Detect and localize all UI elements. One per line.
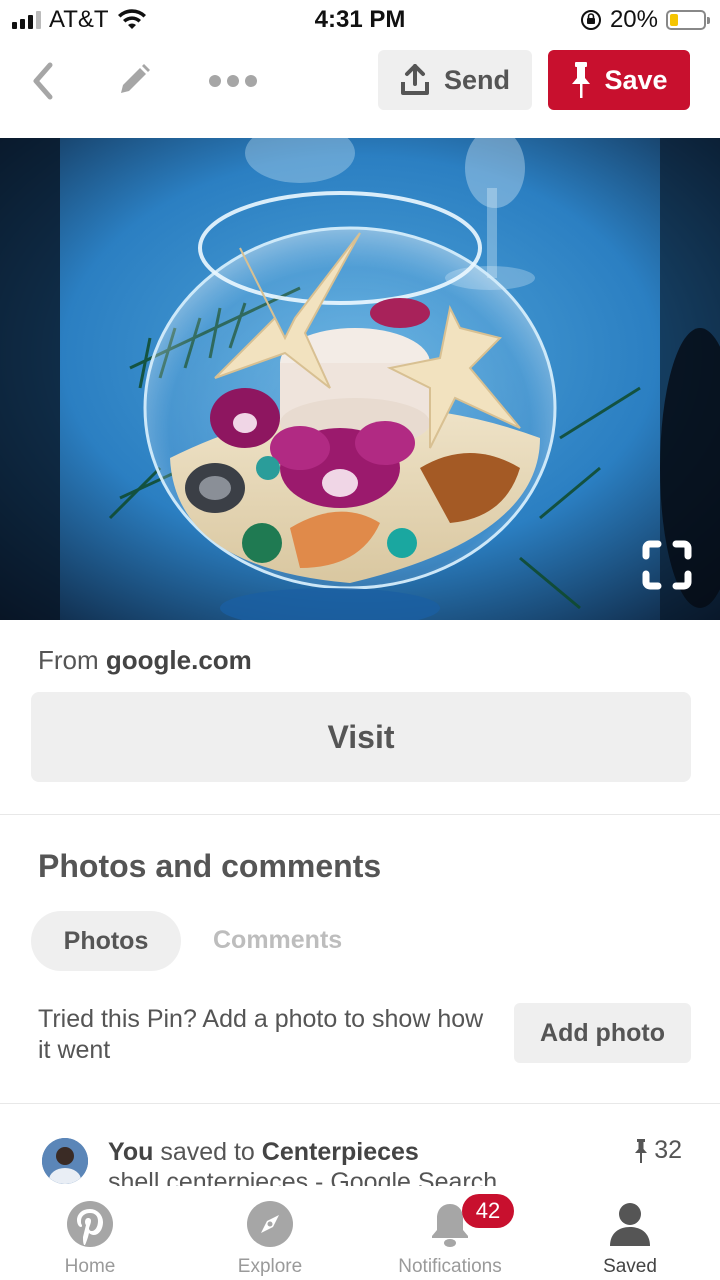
activity-summary: You saved to Centerpieces bbox=[108, 1138, 419, 1167]
rotation-lock-icon bbox=[580, 10, 601, 30]
activity-actor[interactable]: You bbox=[108, 1138, 153, 1166]
pin-toolbar: Send Save bbox=[0, 48, 720, 114]
status-right: 20% bbox=[580, 6, 710, 34]
bottom-nav: Home Explore Notifications 42 Saved bbox=[0, 1186, 720, 1280]
nav-home[interactable]: Home bbox=[0, 1186, 180, 1280]
nav-explore-label: Explore bbox=[237, 1256, 303, 1277]
tab-comments[interactable]: Comments bbox=[213, 926, 342, 955]
nav-notifications-label: Notifications bbox=[398, 1256, 502, 1277]
pin-icon bbox=[635, 1138, 648, 1163]
pin-count: 32 bbox=[634, 1136, 682, 1165]
activity-item[interactable]: You saved to Centerpieces shell centerpi… bbox=[0, 1128, 720, 1186]
photos-comments-title: Photos and comments bbox=[38, 848, 382, 884]
more-button[interactable] bbox=[208, 58, 258, 104]
avatar-image bbox=[42, 1138, 88, 1184]
pin-count-value: 32 bbox=[654, 1136, 682, 1164]
back-button[interactable] bbox=[18, 58, 68, 104]
edit-button[interactable] bbox=[108, 58, 158, 104]
nav-saved-label: Saved bbox=[603, 1256, 657, 1277]
status-bar: AT&T 4:31 PM 20% bbox=[0, 0, 720, 40]
pin-image[interactable] bbox=[0, 138, 720, 620]
visit-button[interactable]: Visit bbox=[31, 692, 691, 782]
save-label: Save bbox=[604, 64, 668, 95]
visit-label: Visit bbox=[327, 718, 395, 755]
activity-board[interactable]: Centerpieces bbox=[262, 1138, 419, 1166]
avatar[interactable] bbox=[42, 1138, 88, 1184]
activity-description: shell centerpieces - Google Search bbox=[108, 1168, 498, 1186]
nav-saved[interactable]: Saved bbox=[540, 1186, 720, 1280]
section-divider bbox=[0, 1103, 720, 1104]
notifications-badge: 42 bbox=[462, 1194, 514, 1228]
tab-comments-label: Comments bbox=[213, 926, 343, 954]
section-divider bbox=[0, 814, 720, 815]
pin-photo bbox=[0, 138, 720, 620]
pencil-icon bbox=[121, 64, 150, 93]
pin-source: From google.com bbox=[38, 645, 252, 676]
tab-photos[interactable]: Photos bbox=[31, 911, 181, 971]
source-domain[interactable]: google.com bbox=[106, 645, 252, 675]
send-label: Send bbox=[443, 64, 510, 95]
pin-icon bbox=[572, 62, 591, 98]
tried-pin-prompt: Tried this Pin? Add a photo to show how … bbox=[38, 1005, 484, 1064]
battery-icon bbox=[666, 10, 710, 30]
expand-button[interactable] bbox=[642, 540, 692, 590]
add-photo-label: Add photo bbox=[540, 1018, 665, 1047]
nav-notifications[interactable]: Notifications bbox=[360, 1186, 540, 1280]
pinterest-logo-icon bbox=[67, 1201, 113, 1247]
share-upload-icon bbox=[400, 64, 429, 95]
nav-explore[interactable]: Explore bbox=[180, 1186, 360, 1280]
send-button[interactable]: Send bbox=[378, 50, 532, 110]
add-photo-button[interactable]: Add photo bbox=[514, 1003, 691, 1063]
person-icon bbox=[610, 1203, 650, 1246]
more-dots-icon bbox=[209, 75, 257, 87]
source-prefix: From bbox=[38, 645, 99, 675]
compass-icon bbox=[247, 1201, 293, 1247]
save-button[interactable]: Save bbox=[548, 50, 690, 110]
battery-percent: 20% bbox=[609, 6, 658, 33]
chevron-left-icon bbox=[33, 62, 53, 100]
nav-home-label: Home bbox=[64, 1256, 116, 1277]
activity-action: saved to bbox=[160, 1138, 255, 1166]
expand-icon bbox=[642, 540, 692, 590]
tab-photos-label: Photos bbox=[63, 926, 149, 955]
